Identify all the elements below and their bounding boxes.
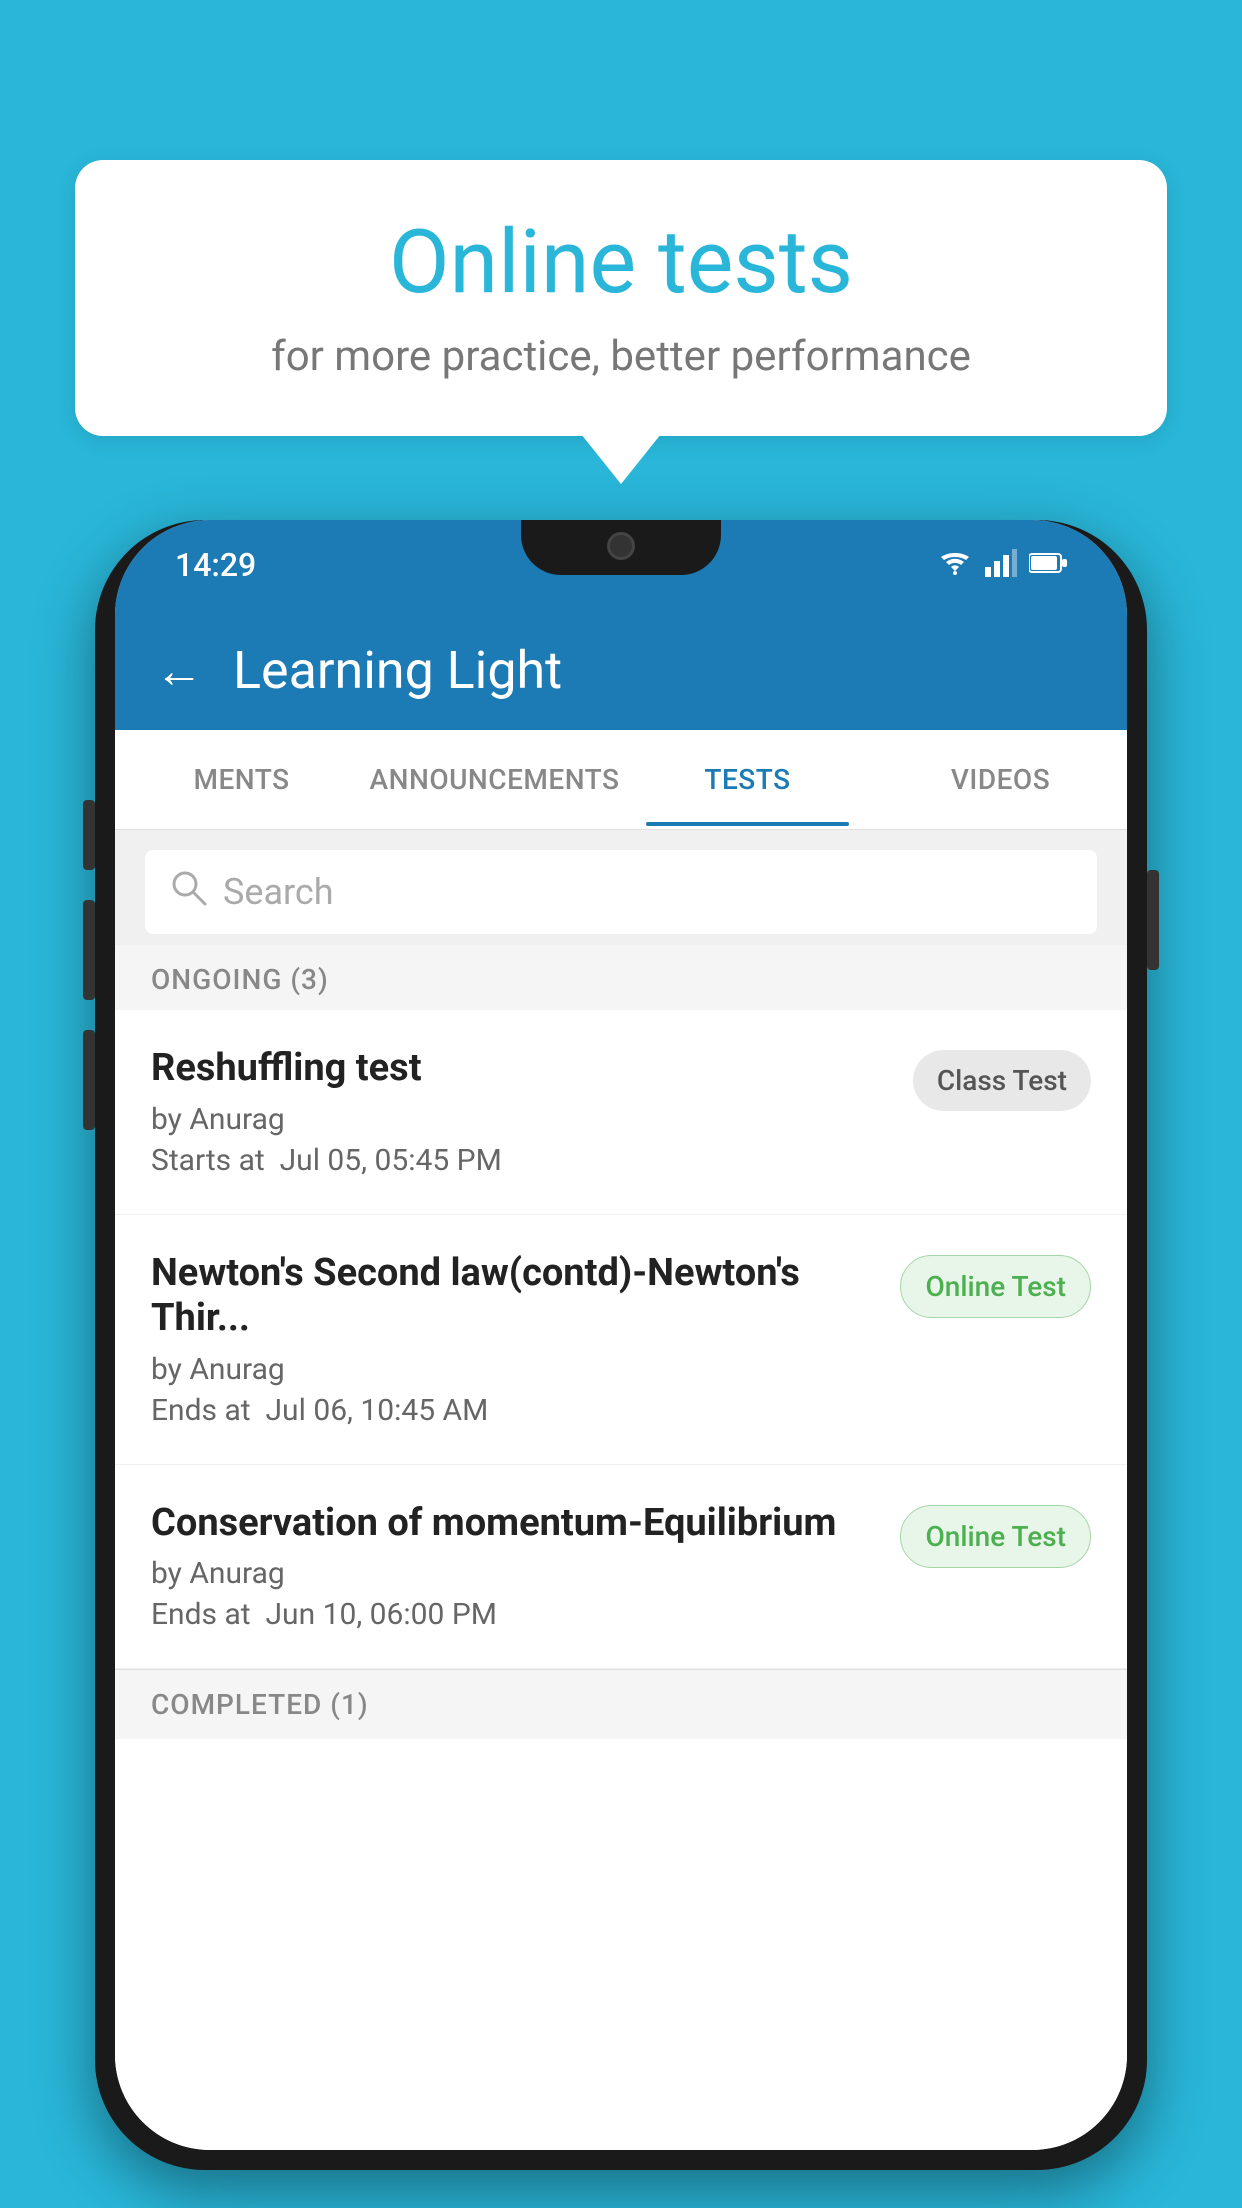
tab-tests[interactable]: TESTS: [621, 733, 874, 826]
wifi-icon: [937, 549, 973, 581]
test-badge: Online Test: [900, 1255, 1091, 1318]
battery-icon: [1029, 552, 1067, 578]
ongoing-label: ONGOING (3): [151, 963, 329, 996]
signal-icon: [985, 549, 1017, 581]
search-bar[interactable]: Search: [145, 850, 1097, 934]
test-author: by Anurag: [151, 1102, 893, 1137]
search-container: Search: [115, 830, 1127, 954]
phone-frame: 14:29: [95, 520, 1147, 2170]
back-button[interactable]: ←: [155, 642, 203, 699]
search-icon: [169, 868, 207, 916]
app-title: Learning Light: [233, 640, 562, 701]
completed-label: COMPLETED (1): [151, 1688, 369, 1721]
ongoing-section-header: ONGOING (3): [115, 945, 1127, 1014]
test-name: Reshuffling test: [151, 1046, 893, 1092]
test-badge: Class Test: [913, 1050, 1091, 1111]
app-bar: ← Learning Light: [115, 610, 1127, 730]
test-name: Conservation of momentum-Equilibrium: [151, 1501, 880, 1547]
bubble-subtitle: for more practice, better performance: [135, 332, 1107, 381]
test-name: Newton's Second law(contd)-Newton's Thir…: [151, 1251, 880, 1342]
speech-bubble: Online tests for more practice, better p…: [75, 160, 1167, 436]
tab-videos[interactable]: VIDEOS: [874, 733, 1127, 826]
tests-list: Reshuffling test by Anurag Starts at Jul…: [115, 1010, 1127, 2150]
test-item[interactable]: Newton's Second law(contd)-Newton's Thir…: [115, 1215, 1127, 1465]
front-camera: [607, 532, 635, 560]
tab-announcements[interactable]: ANNOUNCEMENTS: [368, 733, 621, 826]
status-icons: [937, 549, 1067, 581]
mute-button: [83, 800, 95, 870]
power-button: [1147, 870, 1159, 970]
status-time: 14:29: [175, 546, 256, 584]
phone-container: 14:29: [95, 520, 1147, 2208]
volume-down-button: [83, 1030, 95, 1130]
notch: [521, 520, 721, 575]
test-badge: Online Test: [900, 1505, 1091, 1568]
bubble-title: Online tests: [135, 215, 1107, 312]
status-bar: 14:29: [115, 520, 1127, 610]
test-item[interactable]: Reshuffling test by Anurag Starts at Jul…: [115, 1010, 1127, 1215]
test-info: Conservation of momentum-Equilibrium by …: [151, 1501, 880, 1633]
test-info: Newton's Second law(contd)-Newton's Thir…: [151, 1251, 880, 1428]
tab-assignments[interactable]: MENTS: [115, 733, 368, 826]
test-time: Starts at Jul 05, 05:45 PM: [151, 1143, 893, 1178]
volume-up-button: [83, 900, 95, 1000]
test-author: by Anurag: [151, 1556, 880, 1591]
test-item[interactable]: Conservation of momentum-Equilibrium by …: [115, 1465, 1127, 1670]
test-time: Ends at Jun 10, 06:00 PM: [151, 1597, 880, 1632]
phone-screen: 14:29: [115, 520, 1127, 2150]
test-info: Reshuffling test by Anurag Starts at Jul…: [151, 1046, 893, 1178]
test-author: by Anurag: [151, 1352, 880, 1387]
test-time: Ends at Jul 06, 10:45 AM: [151, 1393, 880, 1428]
search-placeholder: Search: [223, 871, 334, 913]
tab-bar: MENTS ANNOUNCEMENTS TESTS VIDEOS: [115, 730, 1127, 830]
completed-section-header: COMPLETED (1): [115, 1669, 1127, 1739]
